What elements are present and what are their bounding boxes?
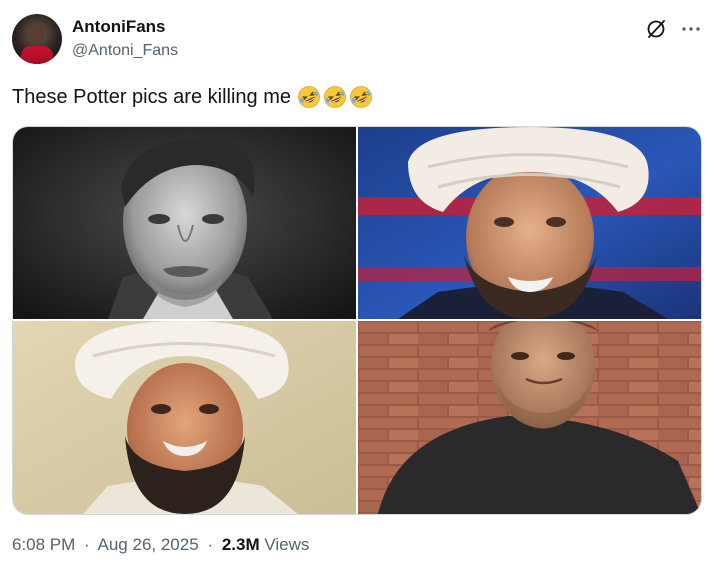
- laughing-emoji-icon: [350, 86, 372, 108]
- photo-3[interactable]: [13, 321, 356, 514]
- post-meta: 6:08 PM · Aug 26, 2025 · 2.3M Views: [12, 534, 309, 556]
- views-label[interactable]: Views: [264, 535, 309, 554]
- emoji-group: [297, 85, 373, 109]
- avatar-head: [29, 24, 45, 43]
- laughing-emoji-icon: [298, 86, 320, 108]
- media-grid: [12, 126, 702, 515]
- handle[interactable]: @Antoni_Fans: [72, 40, 178, 62]
- meta-separator: ·: [84, 535, 90, 554]
- post-date[interactable]: Aug 26, 2025: [98, 535, 199, 554]
- avatar[interactable]: [12, 14, 62, 64]
- post-text: These Potter pics are killing me: [12, 86, 292, 108]
- grok-icon[interactable]: [645, 18, 667, 40]
- tweet: AntoniFans @Antoni_Fans These Potter pic…: [0, 0, 716, 567]
- photo-2[interactable]: [358, 127, 701, 319]
- author-block: AntoniFans @Antoni_Fans: [72, 17, 178, 62]
- photo-1[interactable]: [13, 127, 356, 319]
- laughing-emoji-icon: [324, 86, 346, 108]
- photo-4[interactable]: [358, 321, 701, 514]
- post-time[interactable]: 6:08 PM: [12, 535, 75, 554]
- avatar-shirt: [21, 46, 53, 64]
- more-options-icon[interactable]: [680, 20, 702, 38]
- views-count[interactable]: 2.3M: [222, 535, 260, 554]
- post-text-row: These Potter pics are killing me: [12, 84, 373, 110]
- meta-separator: ·: [207, 535, 214, 554]
- display-name[interactable]: AntoniFans: [72, 17, 178, 37]
